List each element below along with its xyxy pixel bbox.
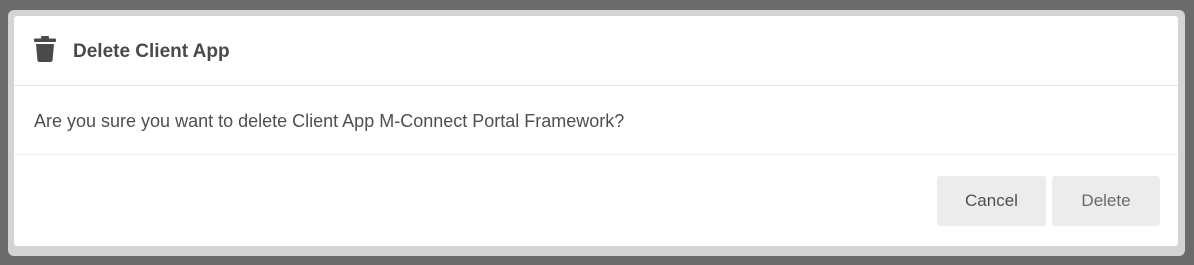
dialog-header: Delete Client App <box>14 16 1178 86</box>
dialog-title: Delete Client App <box>73 41 230 62</box>
delete-client-app-dialog: Delete Client App Are you sure you want … <box>14 16 1178 246</box>
trash-icon <box>34 36 56 62</box>
cancel-button[interactable]: Cancel <box>937 176 1046 226</box>
confirmation-message: Are you sure you want to delete Client A… <box>34 111 625 131</box>
dialog-body: Are you sure you want to delete Client A… <box>14 86 1178 155</box>
delete-button[interactable]: Delete <box>1052 176 1160 226</box>
dialog-footer: Cancel Delete <box>14 155 1178 246</box>
